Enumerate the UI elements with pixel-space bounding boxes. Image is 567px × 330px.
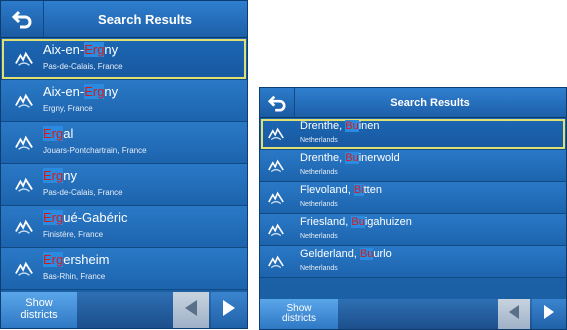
match-highlight: Bi [353,184,364,196]
result-name: Ergersheim [43,252,109,267]
result-name-part: Flevoland, [300,184,354,196]
next-page-button[interactable] [211,292,247,328]
next-page-icon [543,304,555,325]
result-subtitle: Netherlands [300,233,338,240]
mountain-pass-icon [15,122,33,163]
mountain-pass-icon [268,246,284,277]
show-districts-button[interactable]: Show districts [260,299,338,329]
result-name: Drenthe, Buinerwold [300,152,400,164]
result-name-part: inen [358,120,380,132]
result-name-part: igahuizen [364,216,412,228]
result-name-part: ny [104,42,119,57]
title-bar: Search Results [1,1,247,38]
result-row[interactable]: Gelderland, Buurlo Netherlands [260,246,566,278]
result-name-part: Aix-en- [43,42,85,57]
mountain-pass-icon [15,206,33,247]
result-row[interactable]: Ergny Pas-de-Calais, France [1,164,247,206]
result-name-part: Friesland, [300,216,352,228]
match-highlight: Erg [84,42,105,57]
result-name-part: ny [63,168,77,183]
right-screen: Search Results Drenthe, Buinen Netherland… [259,87,567,330]
mountain-pass-icon [268,182,284,213]
match-highlight: Bu [345,152,359,164]
result-name-part: ersheim [63,252,110,267]
result-name-part: Drenthe, [300,120,346,132]
result-row[interactable]: Drenthe, Buinerwold Netherlands [260,150,566,182]
result-subtitle: Pas-de-Calais, France [43,188,123,197]
results-list: Drenthe, Buinen Netherlands Drenthe, Buine… [260,118,566,298]
page-title: Search Results [390,96,470,109]
result-name: Ergny [43,168,77,183]
result-subtitle: Finistère, France [43,230,104,239]
mountain-pass-icon [15,248,33,289]
mountain-pass-icon [15,164,33,205]
previous-page-button[interactable] [173,292,209,328]
next-page-icon [222,299,236,322]
mountain-pass-icon [268,214,284,245]
previous-page-icon [508,304,520,325]
result-row[interactable]: Ergersheim Bas-Rhin, France [1,248,247,290]
result-name-part: ny [104,84,119,99]
result-name: Aix-en-Ergny [43,42,118,57]
left-screen: Search Results Aix-en-Ergny Pas-de-Calais… [0,0,248,329]
result-row[interactable]: Drenthe, Buinen Netherlands [260,118,566,150]
result-subtitle: Jouars-Pontchartrain, France [43,146,147,155]
match-highlight: Erg [43,252,64,267]
match-highlight: Bu [345,120,359,132]
result-row[interactable]: Aix-en-Ergny Ergny, France [1,80,247,122]
result-row[interactable]: Aix-en-Ergny Pas-de-Calais, France [1,38,247,80]
previous-page-button[interactable] [498,299,530,329]
result-name-part: Aix-en- [43,84,85,99]
back-arrow-icon [267,94,287,112]
result-name: Drenthe, Buinen [300,120,380,132]
page-title: Search Results [98,11,192,27]
match-highlight: Bu [351,216,365,228]
result-name: Friesland, Buigahuizen [300,216,412,228]
match-highlight: Erg [84,84,105,99]
result-row[interactable]: Ergué-Gabéric Finistère, France [1,206,247,248]
title-bar: Search Results [260,88,566,118]
result-name-part: al [63,126,74,141]
bottom-bar: Show districts [260,299,566,329]
result-subtitle: Pas-de-Calais, France [43,62,123,71]
match-highlight: Erg [43,210,64,225]
result-name-part: tten [363,184,382,196]
back-button[interactable] [1,1,44,37]
show-districts-line2: districts [20,309,58,321]
back-button[interactable] [260,88,295,117]
result-name: Ergué-Gabéric [43,210,128,225]
result-row[interactable]: Ergal Jouars-Pontchartrain, France [1,122,247,164]
result-name: Ergal [43,126,73,141]
result-name-part: Drenthe, [300,152,346,164]
results-list: Aix-en-Ergny Pas-de-Calais, France Aix-en-… [1,38,247,290]
previous-page-icon [184,299,198,322]
result-name: Aix-en-Ergny [43,84,118,99]
bottom-bar: Show districts [1,292,247,328]
result-row[interactable]: Flevoland, Bitten Netherlands [260,182,566,214]
show-districts-button[interactable]: Show districts [1,292,77,328]
result-name: Flevoland, Bitten [300,184,382,196]
result-subtitle: Netherlands [300,265,338,272]
match-highlight: Erg [43,168,64,183]
back-arrow-icon [11,9,33,29]
next-page-button[interactable] [532,299,566,329]
result-subtitle: Netherlands [300,201,338,208]
mountain-pass-icon [15,38,33,79]
result-name-part: inerwold [358,152,400,164]
result-subtitle: Ergny, France [43,104,93,113]
result-row[interactable]: Friesland, Buigahuizen Netherlands [260,214,566,246]
result-name: Gelderland, Buurlo [300,248,392,260]
match-highlight: Erg [43,126,64,141]
result-name-part: urlo [373,248,392,260]
result-name-part: Gelderland, [300,248,360,260]
mountain-pass-icon [15,80,33,121]
show-districts-line2: districts [282,313,316,324]
match-highlight: Bu [359,248,374,260]
result-subtitle: Netherlands [300,137,338,144]
result-subtitle: Netherlands [300,169,338,176]
result-subtitle: Bas-Rhin, France [43,272,106,281]
result-name-part: ué-Gabéric [63,210,128,225]
mountain-pass-icon [268,150,284,181]
mountain-pass-icon [268,118,284,149]
